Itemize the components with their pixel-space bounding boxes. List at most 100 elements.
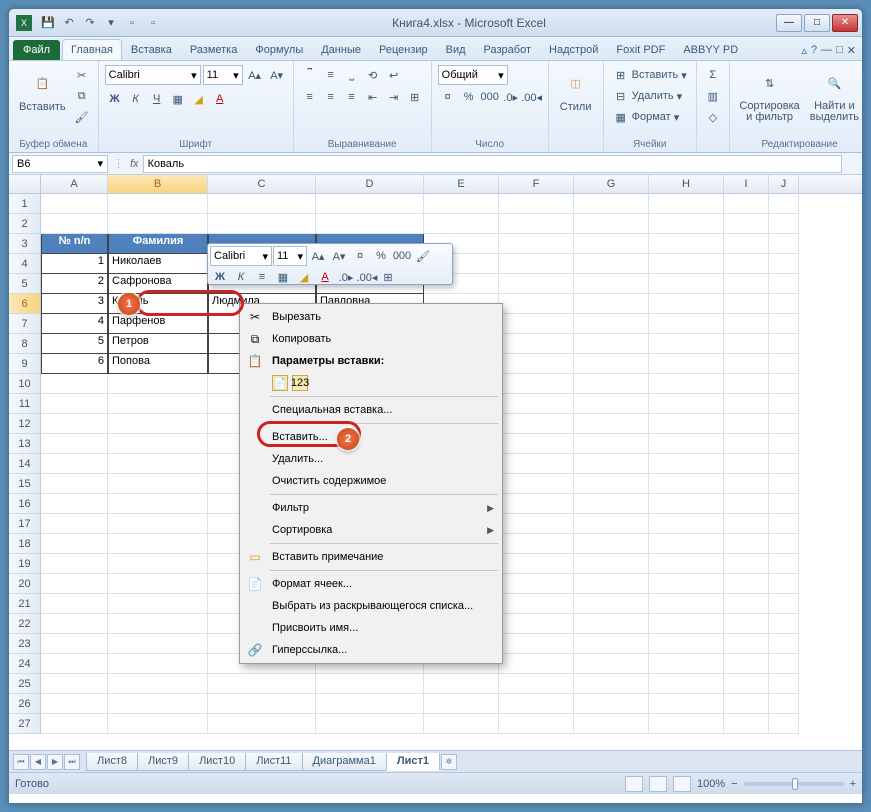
fill-icon[interactable]: ▥: [703, 86, 723, 106]
cell[interactable]: [649, 654, 724, 674]
col-header-J[interactable]: J: [769, 175, 799, 193]
cell[interactable]: 5: [41, 334, 108, 354]
name-box[interactable]: B6▾: [12, 155, 108, 173]
doc-close-icon[interactable]: ✕: [847, 44, 856, 57]
cell[interactable]: Фамилия: [108, 234, 208, 254]
ctx-insert[interactable]: Вставить...: [242, 426, 500, 448]
cell[interactable]: [724, 294, 769, 314]
cell[interactable]: [724, 274, 769, 294]
mini-bold-button[interactable]: Ж: [210, 267, 230, 287]
cell[interactable]: [724, 594, 769, 614]
new-sheet-icon[interactable]: ✲: [441, 754, 457, 770]
cell[interactable]: [769, 434, 799, 454]
wrap-text-icon[interactable]: ↩: [384, 65, 404, 85]
sheet-last-icon[interactable]: ⏭: [64, 754, 80, 770]
cut-icon[interactable]: ✂: [72, 65, 92, 85]
cell[interactable]: [499, 414, 574, 434]
cell[interactable]: [649, 274, 724, 294]
tab-home[interactable]: Главная: [62, 39, 122, 60]
font-color-icon[interactable]: A: [210, 89, 230, 109]
row-header[interactable]: 1: [9, 194, 41, 214]
cell[interactable]: [724, 514, 769, 534]
cell[interactable]: [499, 654, 574, 674]
indent-inc-icon[interactable]: ⇥: [384, 87, 404, 107]
cell[interactable]: [108, 714, 208, 734]
cell[interactable]: [769, 354, 799, 374]
cell[interactable]: [724, 214, 769, 234]
cell[interactable]: [649, 674, 724, 694]
cell[interactable]: [649, 414, 724, 434]
zoom-in-icon[interactable]: +: [850, 778, 856, 790]
cells-insert-button[interactable]: ⊞Вставить ▾: [610, 65, 690, 85]
row-header[interactable]: 8: [9, 334, 41, 354]
worksheet-grid[interactable]: ABCDEFGHIJ 123№ n/nФамилия41Николаев52Са…: [9, 175, 862, 750]
orientation-icon[interactable]: ⟲: [363, 65, 383, 85]
mini-decdec-icon[interactable]: .00◂: [357, 267, 377, 287]
grow-font-icon[interactable]: A▴: [245, 65, 265, 85]
cell[interactable]: [574, 554, 649, 574]
sort-filter-button[interactable]: ⇅ Сортировка и фильтр: [736, 65, 804, 138]
cell[interactable]: [574, 334, 649, 354]
cell[interactable]: [724, 394, 769, 414]
cell[interactable]: [108, 494, 208, 514]
currency-icon[interactable]: ¤: [438, 87, 458, 107]
cell[interactable]: [724, 714, 769, 734]
cell[interactable]: [41, 714, 108, 734]
cell[interactable]: [41, 654, 108, 674]
row-header[interactable]: 20: [9, 574, 41, 594]
tab-foxit[interactable]: Foxit PDF: [607, 39, 674, 60]
col-header-E[interactable]: E: [424, 175, 499, 193]
cell[interactable]: [108, 414, 208, 434]
cell[interactable]: [724, 574, 769, 594]
col-header-A[interactable]: A: [41, 175, 108, 193]
cell[interactable]: [41, 674, 108, 694]
paste-button[interactable]: 📋 Вставить: [15, 65, 70, 138]
minimize-button[interactable]: —: [776, 14, 802, 32]
cell[interactable]: [499, 554, 574, 574]
cell[interactable]: [649, 394, 724, 414]
cell[interactable]: [769, 634, 799, 654]
cell[interactable]: [724, 314, 769, 334]
paste-values-icon[interactable]: 123: [292, 375, 308, 391]
cell[interactable]: [724, 334, 769, 354]
cell[interactable]: [769, 554, 799, 574]
cell[interactable]: [769, 334, 799, 354]
cell[interactable]: [108, 214, 208, 234]
cell[interactable]: [499, 534, 574, 554]
cell[interactable]: [499, 694, 574, 714]
cell[interactable]: [108, 594, 208, 614]
cell[interactable]: [499, 194, 574, 214]
row-header[interactable]: 26: [9, 694, 41, 714]
qat-ext1-icon[interactable]: ▫: [123, 14, 141, 32]
cell[interactable]: [574, 294, 649, 314]
cell[interactable]: [769, 374, 799, 394]
cell[interactable]: [41, 474, 108, 494]
col-header-H[interactable]: H: [649, 175, 724, 193]
align-top-icon[interactable]: ⎴: [300, 65, 320, 85]
cell[interactable]: [424, 714, 499, 734]
ctx-cut[interactable]: ✂Вырезать: [242, 306, 500, 328]
cell[interactable]: [574, 474, 649, 494]
cell[interactable]: [649, 334, 724, 354]
cell[interactable]: [724, 534, 769, 554]
cell[interactable]: [41, 514, 108, 534]
cell[interactable]: [724, 634, 769, 654]
cell[interactable]: [574, 534, 649, 554]
cell[interactable]: [574, 514, 649, 534]
cell[interactable]: [649, 294, 724, 314]
sheet-prev-icon[interactable]: ◀: [30, 754, 46, 770]
dec-decimal-icon[interactable]: .00◂: [522, 87, 542, 107]
cell[interactable]: [41, 634, 108, 654]
close-button[interactable]: ✕: [832, 14, 858, 32]
row-header[interactable]: 13: [9, 434, 41, 454]
cell[interactable]: [41, 214, 108, 234]
cell[interactable]: [108, 194, 208, 214]
cell[interactable]: [574, 674, 649, 694]
cell[interactable]: [574, 454, 649, 474]
cell[interactable]: 6: [41, 354, 108, 374]
mini-incdec-icon[interactable]: .0▸: [336, 267, 356, 287]
mini-size-combo[interactable]: 11▾: [273, 246, 307, 266]
align-right-icon[interactable]: ≡: [342, 87, 362, 107]
row-header[interactable]: 7: [9, 314, 41, 334]
fx-icon[interactable]: fx: [126, 158, 143, 170]
